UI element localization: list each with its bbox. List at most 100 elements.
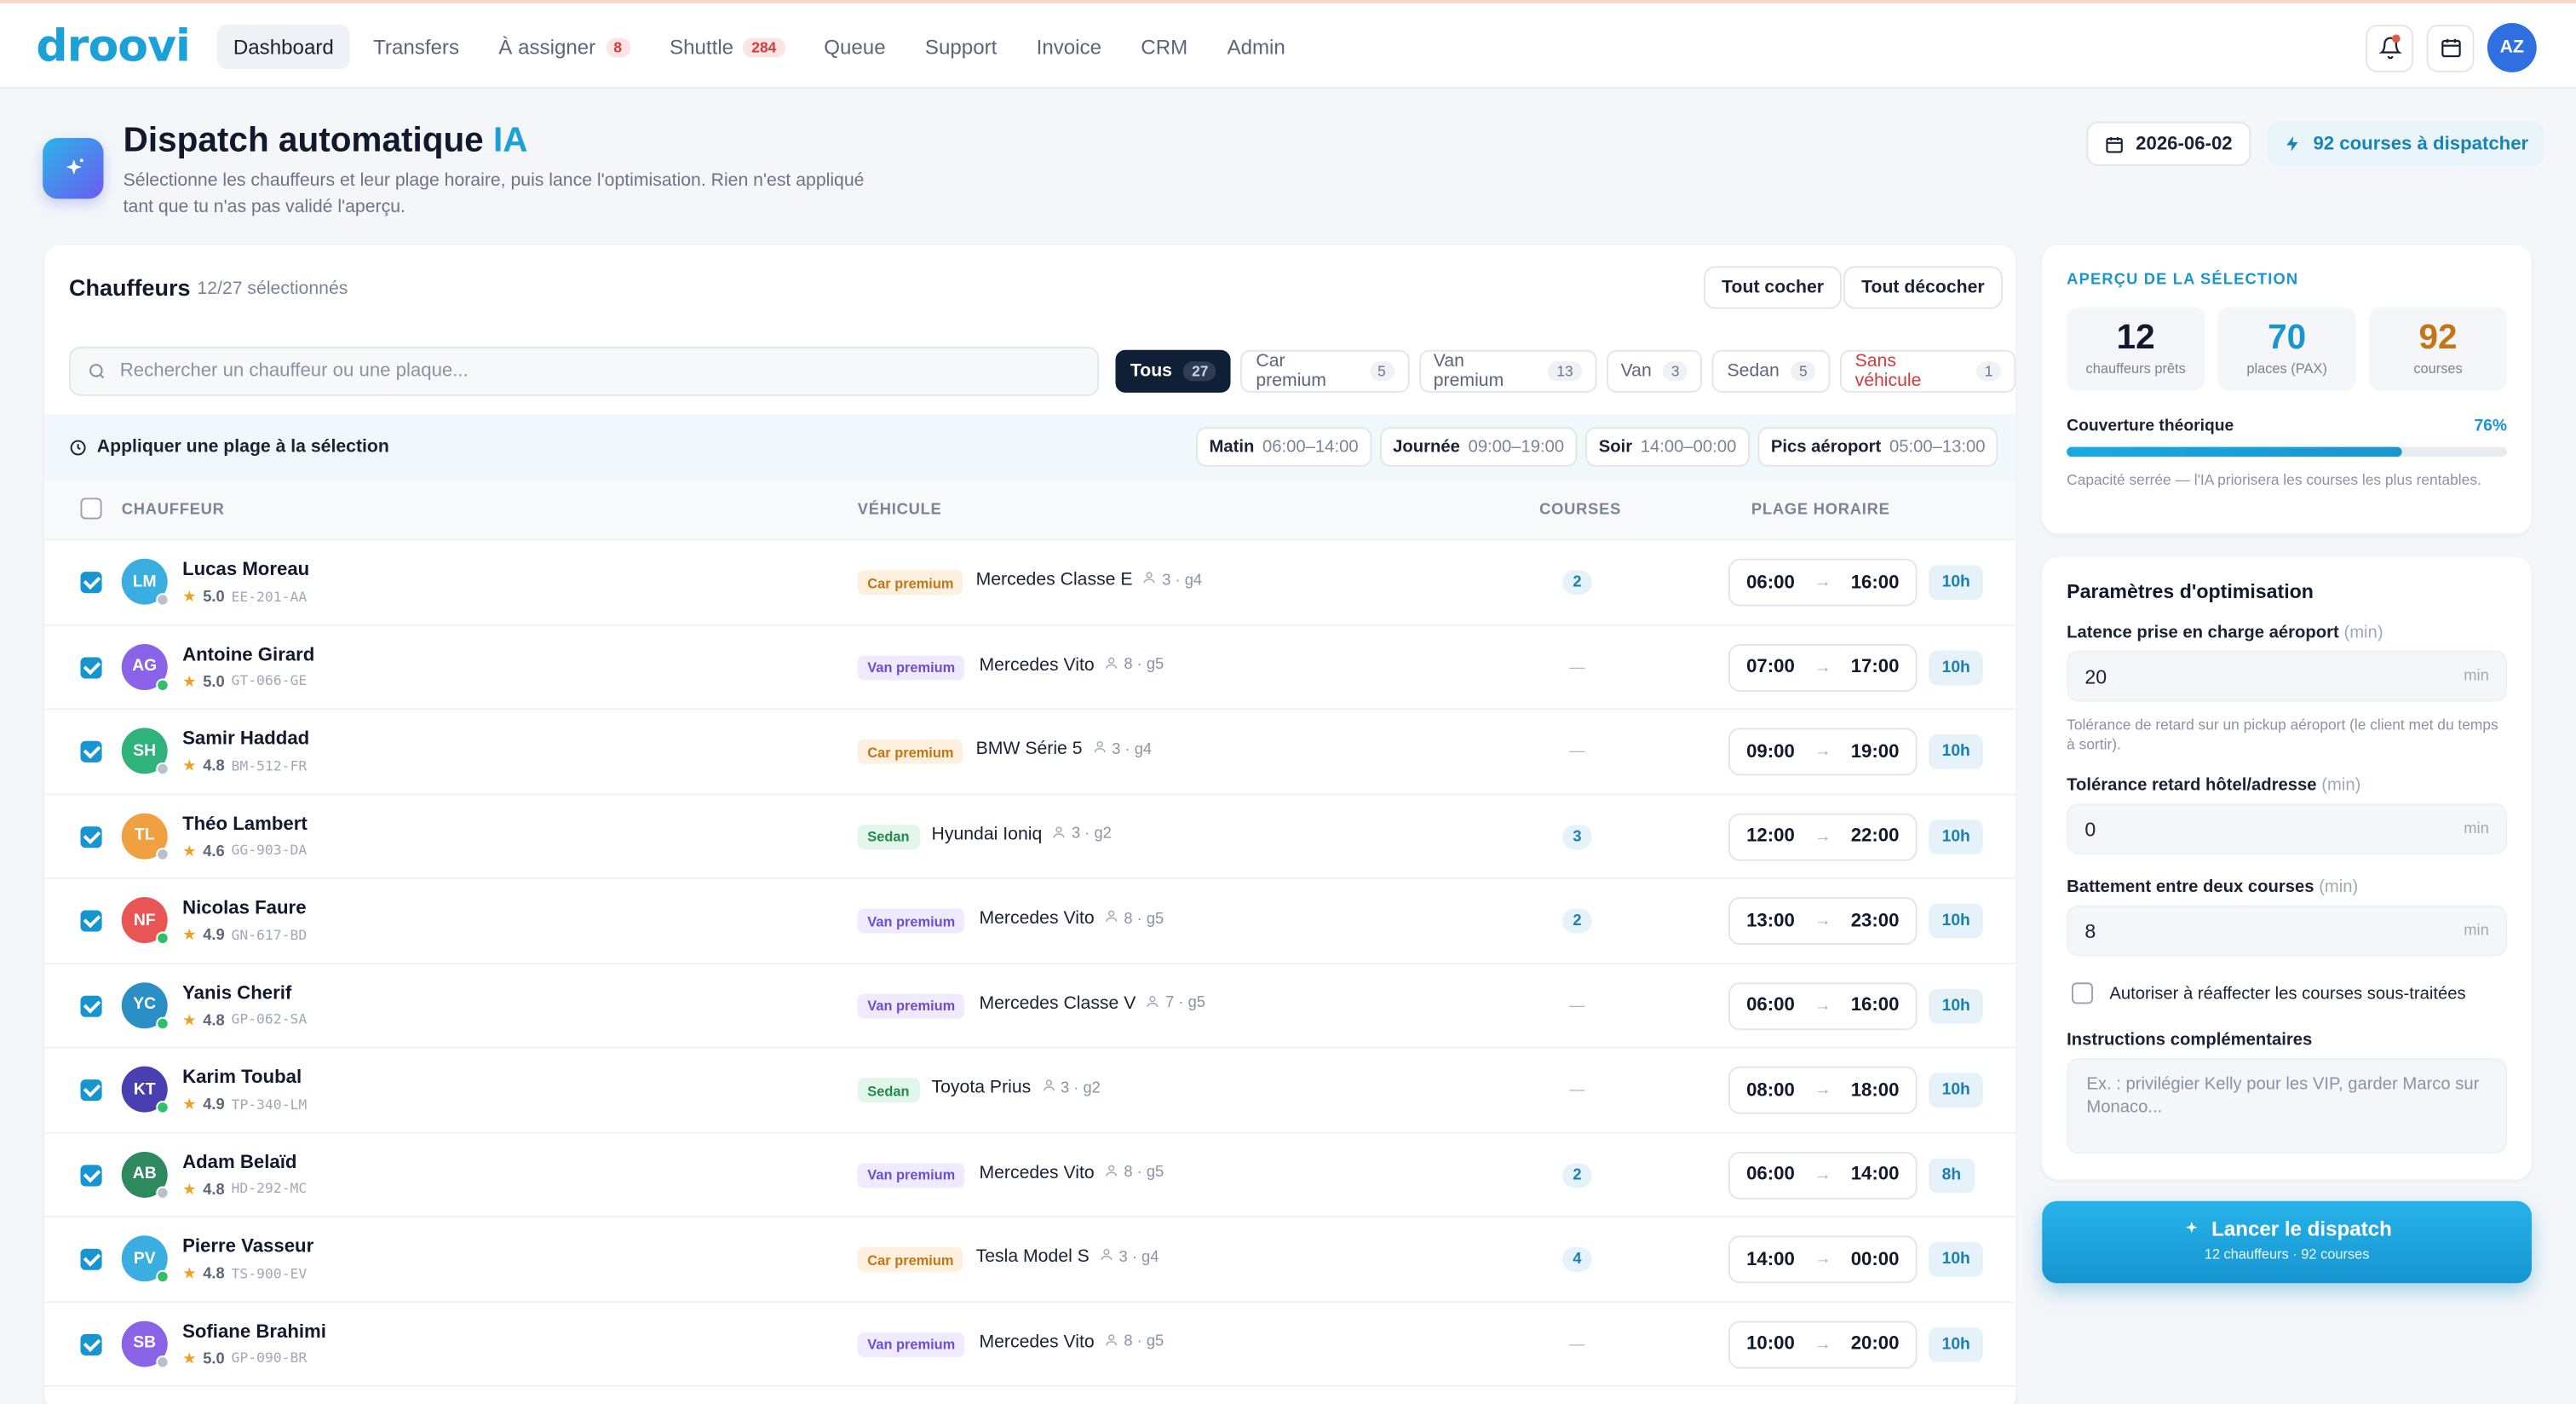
table-row[interactable]: AB Adam Belaïd ★ 4.8 HD-292-MC Van premium Mer… — [44, 1133, 2016, 1218]
row-checkbox[interactable] — [80, 994, 102, 1016]
notifications-button[interactable] — [2366, 23, 2414, 72]
slot-end[interactable]: 14:00 — [1851, 1165, 1900, 1184]
slot-end[interactable]: 19:00 — [1851, 742, 1900, 762]
col-slot[interactable]: PLAGE HORAIRE — [1751, 501, 1890, 519]
airport-latency-input[interactable]: 20 min — [2067, 650, 2508, 702]
table-row[interactable]: SH Samir Haddad ★ 4.8 BM-512-FR Car premium BM… — [44, 710, 2016, 795]
slot-start[interactable]: 14:00 — [1746, 1250, 1795, 1269]
time-slot-picker[interactable]: 06:00 → 16:00 — [1728, 558, 1918, 607]
nav-item-0[interactable]: Dashboard — [216, 24, 351, 70]
table-row[interactable]: PV Pierre Vasseur ★ 4.8 TS-900-EV Car premium… — [44, 1217, 2016, 1303]
nav-item-2[interactable]: À assigner 8 — [482, 25, 647, 69]
driver-name[interactable]: Nicolas Faure — [182, 899, 306, 918]
filter-chip[interactable]: Tous 27 — [1115, 349, 1232, 393]
slot-preset[interactable]: Journée 09:00–19:00 — [1379, 427, 1578, 467]
nav-item-1[interactable]: Transfers — [357, 25, 475, 69]
slot-end[interactable]: 17:00 — [1851, 657, 1900, 676]
date-picker[interactable]: 2026-06-02 — [2086, 121, 2251, 166]
driver-name[interactable]: Sofiane Brahimi — [182, 1322, 326, 1342]
col-vehicle[interactable]: VÉHICULE — [858, 501, 942, 519]
filter-chip[interactable]: Sedan 5 — [1712, 349, 1831, 393]
time-slot-picker[interactable]: 08:00 → 18:00 — [1728, 1066, 1918, 1114]
table-row[interactable]: LM Lucas Moreau ★ 5.0 EE-201-AA Car premium Me… — [44, 541, 2016, 625]
nav-item-6[interactable]: Invoice — [1020, 25, 1118, 69]
nav-item-7[interactable]: CRM — [1124, 25, 1204, 69]
driver-name[interactable]: Antoine Girard — [182, 645, 314, 665]
instructions-textarea[interactable]: Ex. : privilégier Kelly pour les VIP, ga… — [2067, 1058, 2508, 1154]
launch-dispatch-button[interactable]: Lancer le dispatch 12 chauffeurs · 92 co… — [2042, 1200, 2532, 1284]
slot-end[interactable]: 20:00 — [1851, 1334, 1900, 1354]
time-slot-picker[interactable]: 06:00 → 16:00 — [1728, 981, 1918, 1030]
row-checkbox[interactable] — [80, 572, 102, 594]
filter-chip[interactable]: Van 3 — [1606, 349, 1703, 393]
table-row[interactable]: AG Antoine Girard ★ 5.0 GT-066-GE Van premium… — [44, 625, 2016, 711]
reassign-checkbox[interactable] — [2071, 982, 2094, 1004]
row-checkbox[interactable] — [80, 1248, 102, 1270]
nav-item-5[interactable]: Support — [909, 25, 1014, 69]
table-row[interactable]: TL Théo Lambert ★ 4.6 GG-903-DA Sedan Hyundai … — [44, 794, 2016, 879]
slot-preset[interactable]: Soir 14:00–00:00 — [1585, 427, 1750, 467]
slot-preset[interactable]: Matin 06:00–14:00 — [1196, 427, 1372, 467]
buffer-value: 8 — [2084, 919, 2096, 943]
select-all-checkbox[interactable] — [80, 498, 102, 520]
filter-chip[interactable]: Van premium 13 — [1418, 349, 1596, 393]
table-row[interactable]: SB Sofiane Brahimi ★ 5.0 GP-090-BR Van premiu… — [44, 1302, 2016, 1387]
time-slot-picker[interactable]: 07:00 → 17:00 — [1728, 643, 1918, 691]
slot-end[interactable]: 18:00 — [1851, 1080, 1900, 1100]
user-avatar[interactable]: AZ — [2487, 23, 2537, 72]
slot-end[interactable]: 22:00 — [1851, 826, 1900, 846]
slot-start[interactable]: 13:00 — [1746, 911, 1795, 930]
app-logo[interactable]: droovi — [36, 21, 190, 72]
nav-item-3[interactable]: Shuttle 284 — [653, 25, 801, 69]
check-all-button[interactable]: Tout cocher — [1703, 266, 1843, 309]
slot-end[interactable]: 23:00 — [1851, 911, 1900, 930]
time-slot-picker[interactable]: 14:00 → 00:00 — [1728, 1235, 1918, 1284]
col-courses[interactable]: COURSES — [1539, 501, 1621, 519]
row-checkbox[interactable] — [80, 1333, 102, 1355]
nav-item-4[interactable]: Queue — [808, 25, 902, 69]
row-checkbox[interactable] — [80, 910, 102, 932]
slot-start[interactable]: 08:00 — [1746, 1080, 1795, 1100]
row-checkbox[interactable] — [80, 1164, 102, 1186]
table-row[interactable]: NF Nicolas Faure ★ 4.9 GN-617-BD Van premium M… — [44, 879, 2016, 964]
table-row[interactable]: YC Yanis Cherif ★ 4.8 GP-062-SA Van premium Me… — [44, 964, 2016, 1049]
slot-end[interactable]: 16:00 — [1851, 573, 1900, 592]
slot-start[interactable]: 10:00 — [1746, 1334, 1795, 1354]
col-driver[interactable]: CHAUFFEUR — [122, 501, 225, 519]
time-slot-picker[interactable]: 09:00 → 19:00 — [1728, 728, 1918, 776]
driver-search-input[interactable] — [119, 361, 1073, 382]
slot-start[interactable]: 12:00 — [1746, 826, 1795, 846]
driver-name[interactable]: Yanis Cherif — [182, 983, 291, 1003]
time-slot-picker[interactable]: 10:00 → 20:00 — [1728, 1320, 1918, 1368]
nav-item-8[interactable]: Admin — [1210, 25, 1302, 69]
time-slot-picker[interactable]: 12:00 → 22:00 — [1728, 812, 1918, 860]
slot-preset[interactable]: Pics aéroport 05:00–13:00 — [1757, 427, 1999, 467]
row-checkbox[interactable] — [80, 1079, 102, 1102]
hotel-tolerance-input[interactable]: 0 min — [2067, 803, 2508, 854]
driver-name[interactable]: Adam Belaïd — [182, 1153, 296, 1172]
slot-start[interactable]: 07:00 — [1746, 657, 1795, 676]
slot-start[interactable]: 09:00 — [1746, 742, 1795, 762]
slot-start[interactable]: 06:00 — [1746, 1165, 1795, 1184]
slot-start[interactable]: 06:00 — [1746, 573, 1795, 592]
reassign-option[interactable]: Autoriser à réaffecter les courses sous-… — [2071, 982, 2466, 1004]
slot-start[interactable]: 06:00 — [1746, 996, 1795, 1016]
row-checkbox[interactable] — [80, 740, 102, 762]
slot-end[interactable]: 00:00 — [1851, 1250, 1900, 1269]
time-slot-picker[interactable]: 13:00 → 23:00 — [1728, 897, 1918, 945]
buffer-input[interactable]: 8 min — [2067, 905, 2508, 957]
filter-chip[interactable]: Car premium 5 — [1241, 349, 1409, 393]
filter-chip[interactable]: Sans véhicule 1 — [1840, 349, 2016, 393]
driver-name[interactable]: Lucas Moreau — [182, 561, 309, 580]
driver-name[interactable]: Théo Lambert — [182, 814, 308, 834]
driver-name[interactable]: Karim Toubal — [182, 1068, 302, 1088]
time-slot-picker[interactable]: 06:00 → 14:00 — [1728, 1150, 1918, 1199]
driver-name[interactable]: Pierre Vasseur — [182, 1237, 313, 1257]
row-checkbox[interactable] — [80, 656, 102, 678]
calendar-button[interactable] — [2426, 23, 2475, 72]
uncheck-all-button[interactable]: Tout décocher — [1843, 266, 2003, 309]
driver-name[interactable]: Samir Haddad — [182, 729, 309, 749]
slot-end[interactable]: 16:00 — [1851, 996, 1900, 1016]
table-row[interactable]: KT Karim Toubal ★ 4.9 TP-340-LM Sedan Toyota P… — [44, 1048, 2016, 1133]
row-checkbox[interactable] — [80, 826, 102, 848]
